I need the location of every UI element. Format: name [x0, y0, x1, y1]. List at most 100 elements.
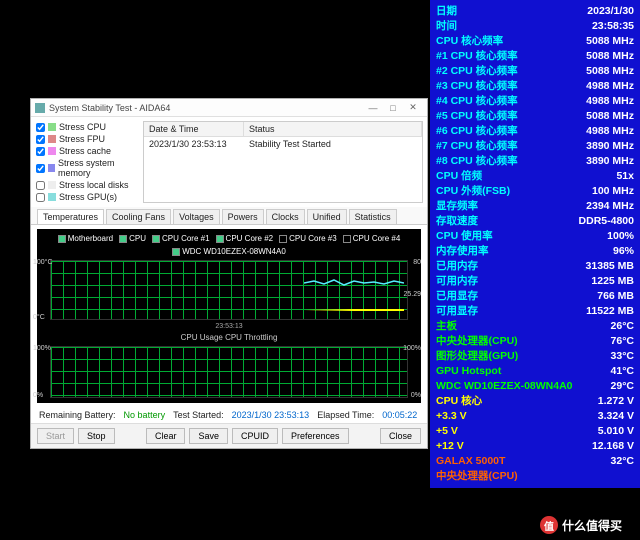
save-button[interactable]: Save: [189, 428, 228, 444]
legend-item[interactable]: CPU Core #4: [343, 234, 401, 243]
cpuid-button[interactable]: CPUID: [232, 428, 278, 444]
battery-label: Remaining Battery:: [39, 410, 116, 420]
started-value: 2023/1/30 23:53:13: [232, 410, 310, 420]
osd-row: #3 CPU 核心频率4988 MHz: [436, 79, 634, 94]
cpu-usage-graph: 100% 0% 100% 0%: [50, 346, 408, 398]
stress-checkbox[interactable]: [36, 193, 45, 202]
osd-row: +3.3 V3.324 V: [436, 409, 634, 424]
tab-unified[interactable]: Unified: [307, 209, 347, 224]
elapsed-value: 00:05:22: [382, 410, 417, 420]
y2-bot: 0%: [33, 392, 43, 399]
osd-row: 已用内存31385 MB: [436, 259, 634, 274]
stress-option[interactable]: Stress CPU: [36, 121, 138, 133]
osd-row: #7 CPU 核心频率3890 MHz: [436, 139, 634, 154]
app-icon: [35, 103, 45, 113]
x-axis-label: 23:53:13: [40, 322, 418, 331]
osd-row: WDC WD10EZEX-08WN4A029°C: [436, 379, 634, 394]
y-axis-top: 100°C: [33, 259, 53, 266]
temperature-chart: Motherboard CPU CPU Core #1 CPU Core #2 CPU …: [37, 229, 421, 403]
osd-row: GALAX 5000T32°C: [436, 454, 634, 469]
log-header-status[interactable]: Status: [244, 122, 422, 136]
osd-row: 主板26°C: [436, 319, 634, 334]
cpu-usage-header: CPU Usage CPU Throttling: [40, 331, 418, 344]
stress-options: Stress CPUStress FPUStress cacheStress s…: [31, 117, 143, 207]
tab-clocks[interactable]: Clocks: [266, 209, 305, 224]
osd-row: +5 V5.010 V: [436, 424, 634, 439]
aida64-window: System Stability Test - AIDA64 — □ ✕ Str…: [30, 98, 428, 449]
osd-row: #1 CPU 核心频率5088 MHz: [436, 49, 634, 64]
yr-top: 80: [413, 259, 421, 266]
battery-value: No battery: [124, 410, 166, 420]
osd-row: 可用显存11522 MB: [436, 304, 634, 319]
tab-powers[interactable]: Powers: [222, 209, 264, 224]
osd-row: CPU 核心1.272 V: [436, 394, 634, 409]
minimize-icon[interactable]: —: [363, 103, 383, 113]
legend-item[interactable]: CPU Core #3: [279, 234, 337, 243]
y2r-bot: 0%: [411, 392, 421, 399]
log-grid[interactable]: Date & Time Status 2023/1/30 23:53:13Sta…: [143, 121, 423, 203]
osd-row: 中央处理器(CPU)76°C: [436, 334, 634, 349]
osd-row: #4 CPU 核心频率4988 MHz: [436, 94, 634, 109]
elapsed-label: Elapsed Time:: [317, 410, 374, 420]
status-row: Remaining Battery: No battery Test Start…: [31, 407, 427, 423]
log-header-date[interactable]: Date & Time: [144, 122, 244, 136]
preferences-button[interactable]: Preferences: [282, 428, 349, 444]
osd-row: 时间23:58:35: [436, 19, 634, 34]
maximize-icon[interactable]: □: [383, 103, 403, 113]
log-row[interactable]: 2023/1/30 23:53:13Stability Test Started: [144, 137, 422, 151]
osd-row: CPU 使用率100%: [436, 229, 634, 244]
osd-row: CPU 核心频率5088 MHz: [436, 34, 634, 49]
tab-bar: TemperaturesCooling FansVoltagesPowersCl…: [31, 207, 427, 225]
close-icon[interactable]: ✕: [403, 102, 423, 113]
y2r-top: 100%: [403, 345, 421, 352]
osd-row: CPU 外频(FSB)100 MHz: [436, 184, 634, 199]
tab-voltages[interactable]: Voltages: [173, 209, 220, 224]
yr-mid: 25.29: [403, 291, 421, 298]
osd-row: 图形处理器(GPU)33°C: [436, 349, 634, 364]
osd-row: 可用内存1225 MB: [436, 274, 634, 289]
osd-row: 存取速度DDR5-4800: [436, 214, 634, 229]
osd-row: #6 CPU 核心频率4988 MHz: [436, 124, 634, 139]
stress-option[interactable]: Stress system memory: [36, 157, 138, 179]
tab-temperatures[interactable]: Temperatures: [37, 209, 104, 224]
y2-top: 100%: [33, 345, 51, 352]
stress-checkbox[interactable]: [36, 181, 45, 190]
legend-item[interactable]: CPU Core #1: [152, 234, 210, 243]
stress-checkbox[interactable]: [36, 147, 45, 156]
button-row: Start Stop Clear Save CPUID Preferences …: [31, 423, 427, 448]
stress-option[interactable]: Stress local disks: [36, 179, 138, 191]
stop-button[interactable]: Stop: [78, 428, 115, 444]
stress-option[interactable]: Stress cache: [36, 145, 138, 157]
stress-checkbox[interactable]: [36, 123, 45, 132]
legend-item[interactable]: CPU Core #2: [216, 234, 274, 243]
tab-statistics[interactable]: Statistics: [349, 209, 397, 224]
stress-option[interactable]: Stress GPU(s): [36, 191, 138, 203]
started-label: Test Started:: [173, 410, 224, 420]
osd-row: 已用显存766 MB: [436, 289, 634, 304]
osd-row: GPU Hotspot41°C: [436, 364, 634, 379]
osd-row: 内存使用率96%: [436, 244, 634, 259]
stress-checkbox[interactable]: [36, 135, 45, 144]
window-titlebar[interactable]: System Stability Test - AIDA64 — □ ✕: [31, 99, 427, 117]
osd-row: #5 CPU 核心频率5088 MHz: [436, 109, 634, 124]
stress-checkbox[interactable]: [36, 164, 45, 173]
osd-row: +12 V12.168 V: [436, 439, 634, 454]
watermark-text: 什么值得买: [562, 517, 622, 534]
close-button[interactable]: Close: [380, 428, 421, 444]
watermark-icon: 值: [540, 516, 558, 534]
legend-item[interactable]: CPU: [119, 234, 146, 243]
clear-button[interactable]: Clear: [146, 428, 186, 444]
stress-option[interactable]: Stress FPU: [36, 133, 138, 145]
temp-graph: 100°C 0°C 80 25.29: [50, 260, 408, 320]
chart-legend2: WDC WD10EZEX-08WN4A0: [40, 245, 418, 258]
start-button[interactable]: Start: [37, 428, 74, 444]
osd-row: 中央处理器(CPU): [436, 469, 634, 484]
osd-row: 显存频率2394 MHz: [436, 199, 634, 214]
window-title: System Stability Test - AIDA64: [49, 103, 363, 113]
legend-item[interactable]: Motherboard: [58, 234, 113, 243]
osd-row: 日期2023/1/30: [436, 4, 634, 19]
tab-cooling-fans[interactable]: Cooling Fans: [106, 209, 171, 224]
osd-panel: 日期2023/1/30时间23:58:35CPU 核心频率5088 MHz#1 …: [430, 0, 640, 488]
chart-legend: Motherboard CPU CPU Core #1 CPU Core #2 CPU …: [40, 232, 418, 245]
y-axis-bot: 0°C: [33, 314, 45, 321]
